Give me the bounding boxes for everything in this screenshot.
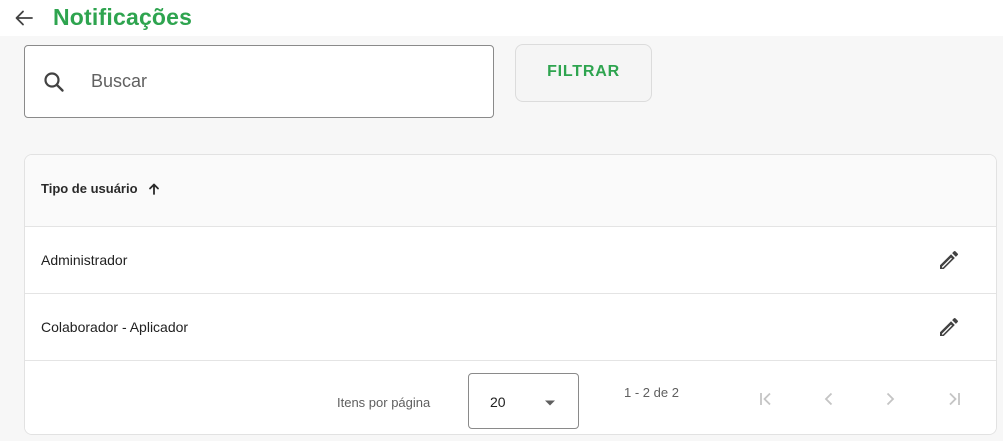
cell-tipo-de-usuario: Administrador — [41, 252, 128, 268]
table-header: Tipo de usuário — [25, 155, 996, 227]
top-bar: Notificações — [0, 0, 1003, 36]
column-header-label: Tipo de usuário — [41, 181, 138, 196]
page-size-select[interactable]: 20 — [468, 373, 579, 429]
search-field[interactable] — [24, 45, 494, 118]
pencil-icon — [940, 250, 959, 269]
column-header-tipo-de-usuario[interactable]: Tipo de usuário — [41, 181, 160, 196]
previous-page-button[interactable] — [809, 379, 849, 419]
arrow-left-icon — [15, 10, 33, 26]
next-page-button[interactable] — [870, 379, 910, 419]
filter-button[interactable]: FILTRAR — [515, 44, 652, 102]
dropdown-arrow-icon — [545, 400, 555, 406]
chevron-right-icon — [886, 392, 895, 406]
search-input[interactable] — [91, 64, 471, 98]
first-page-icon — [760, 392, 771, 406]
search-icon — [44, 72, 64, 92]
edit-button[interactable] — [936, 247, 962, 273]
paginator: Itens por página 20 1 - 2 de 2 — [25, 362, 996, 434]
cell-tipo-de-usuario: Colaborador - Aplicador — [41, 319, 189, 335]
last-page-button[interactable] — [934, 379, 974, 419]
table-row: Colaborador - Aplicador — [25, 294, 996, 361]
back-button[interactable] — [12, 6, 36, 30]
page-title: Notificações — [53, 4, 193, 30]
arrow-up-icon — [148, 183, 159, 195]
first-page-button[interactable] — [746, 379, 786, 419]
items-per-page-label: Itens por página — [337, 395, 431, 410]
page-size-value: 20 — [490, 394, 506, 410]
pencil-icon — [940, 317, 959, 336]
last-page-icon — [949, 392, 960, 406]
edit-button[interactable] — [936, 314, 962, 340]
data-table: Tipo de usuário Administrador Colaborado… — [24, 154, 997, 435]
table-row: Administrador — [25, 227, 996, 294]
range-label: 1 - 2 de 2 — [624, 385, 679, 400]
chevron-left-icon — [824, 392, 833, 406]
